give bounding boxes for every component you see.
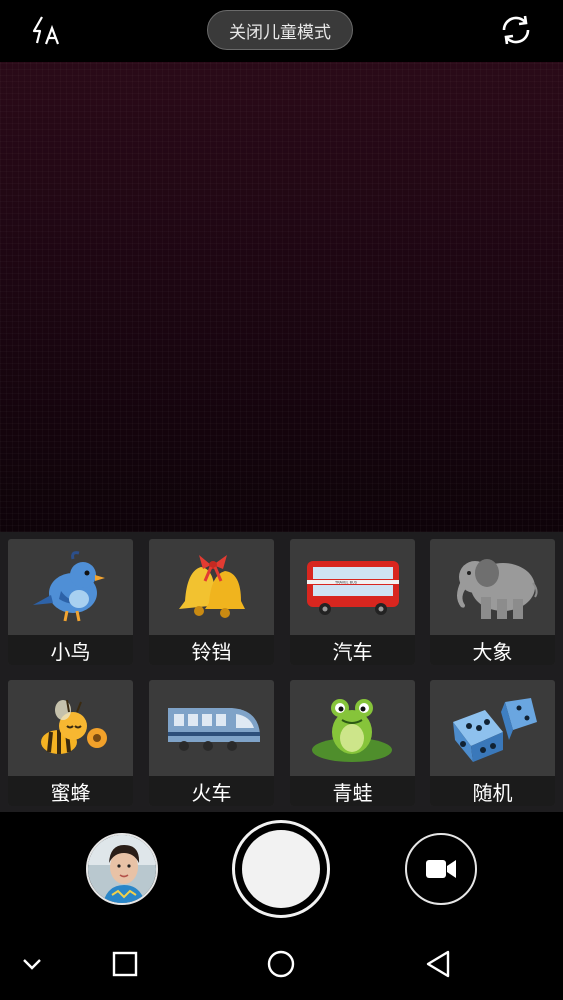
dice-icon bbox=[430, 680, 555, 776]
gallery-thumbnail[interactable] bbox=[86, 833, 158, 905]
sticker-label: 火车 bbox=[149, 776, 274, 806]
flash-auto-icon[interactable] bbox=[30, 14, 64, 48]
sticker-bird[interactable]: 小鸟 bbox=[8, 539, 133, 665]
kid-mode-label: 关闭儿童模式 bbox=[229, 22, 331, 43]
shutter-inner bbox=[242, 830, 320, 908]
camera-controls bbox=[0, 812, 563, 943]
shutter-button[interactable] bbox=[232, 820, 330, 918]
bus-sign-text: TRAVEL BUS bbox=[334, 581, 358, 585]
switch-camera-icon[interactable] bbox=[498, 12, 534, 48]
bird-icon bbox=[8, 539, 133, 635]
bus-icon: TRAVEL BUS bbox=[290, 539, 415, 635]
sticker-label: 铃铛 bbox=[149, 635, 274, 665]
bee-icon bbox=[8, 680, 133, 776]
sticker-panel: 小鸟 铃铛 TRAVEL BUS 汽车 大象 蜜蜂 火车 青蛙 随机 bbox=[0, 532, 563, 812]
home-circle-icon[interactable] bbox=[261, 944, 301, 984]
sticker-bus[interactable]: TRAVEL BUS 汽车 bbox=[290, 539, 415, 665]
video-camera-icon[interactable] bbox=[405, 833, 477, 905]
system-nav-bar bbox=[0, 930, 563, 1000]
sticker-dice[interactable]: 随机 bbox=[430, 680, 555, 806]
sticker-label: 随机 bbox=[430, 776, 555, 806]
recents-square-icon[interactable] bbox=[105, 944, 145, 984]
sticker-train[interactable]: 火车 bbox=[149, 680, 274, 806]
close-kid-mode-button[interactable]: 关闭儿童模式 bbox=[207, 10, 353, 50]
sticker-bell[interactable]: 铃铛 bbox=[149, 539, 274, 665]
chevron-down-icon[interactable] bbox=[12, 944, 52, 984]
sticker-label: 小鸟 bbox=[8, 635, 133, 665]
bell-icon bbox=[149, 539, 274, 635]
camera-viewfinder[interactable] bbox=[0, 62, 563, 532]
sticker-label: 青蛙 bbox=[290, 776, 415, 806]
sticker-label: 蜜蜂 bbox=[8, 776, 133, 806]
sticker-label: 汽车 bbox=[290, 635, 415, 665]
train-icon bbox=[149, 680, 274, 776]
elephant-icon bbox=[430, 539, 555, 635]
back-triangle-icon[interactable] bbox=[418, 944, 458, 984]
sticker-bee[interactable]: 蜜蜂 bbox=[8, 680, 133, 806]
top-bar: 关闭儿童模式 bbox=[0, 0, 563, 62]
sticker-elephant[interactable]: 大象 bbox=[430, 539, 555, 665]
sticker-frog[interactable]: 青蛙 bbox=[290, 680, 415, 806]
sticker-label: 大象 bbox=[430, 635, 555, 665]
frog-icon bbox=[290, 680, 415, 776]
